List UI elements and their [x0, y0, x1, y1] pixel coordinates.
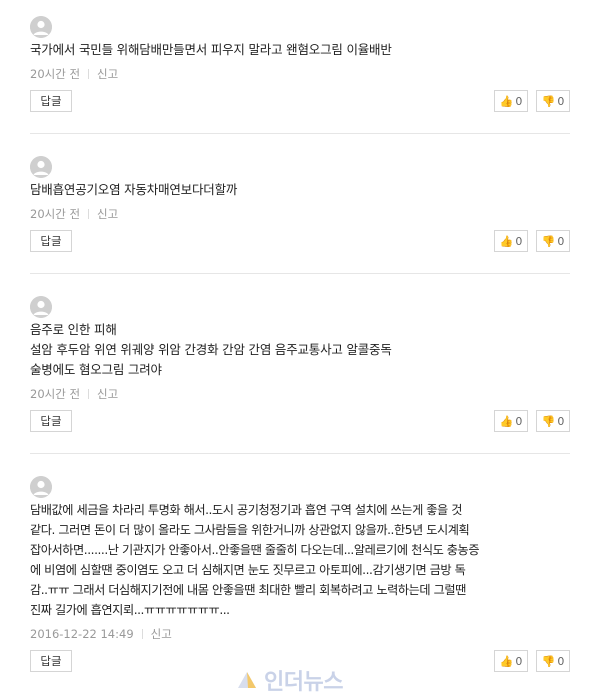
comment-time: 20시간 전 — [30, 67, 81, 81]
comment-text: 담배흡연공기오염 자동차매연보다더할까 — [30, 180, 570, 200]
like-button[interactable]: 👍 0 — [494, 410, 528, 432]
thumbs-up-icon: 👍 — [499, 654, 514, 668]
user-avatar-icon — [30, 296, 52, 318]
comment-line: 술병에도 혐오그림 그려야 — [30, 362, 162, 377]
like-count: 0 — [515, 234, 523, 248]
thumbs-up-icon: 👍 — [499, 94, 514, 108]
logo-icon — [238, 672, 256, 688]
report-link[interactable]: 신고 — [97, 67, 118, 81]
reply-button[interactable]: 답글 — [30, 90, 72, 112]
comment-time: 20시간 전 — [30, 207, 81, 221]
user-avatar-icon — [30, 16, 52, 38]
comment-line: 담배값에 세금을 차라리 투명화 해서..도시 공기청정기과 흡연 구역 설치에… — [30, 503, 462, 517]
like-count: 0 — [515, 94, 523, 108]
comment-divider — [30, 453, 570, 454]
dislike-button[interactable]: 👎 0 — [536, 90, 570, 112]
comment-line: 음주로 인한 피해 — [30, 322, 117, 337]
user-avatar-icon — [30, 476, 52, 498]
like-button[interactable]: 👍 0 — [494, 650, 528, 672]
comment-line: 담배흡연공기오염 자동차매연보다더할까 — [30, 182, 238, 197]
thumbs-down-icon: 👎 — [541, 654, 556, 668]
thumbs-down-icon: 👎 — [541, 94, 556, 108]
avatar — [30, 296, 52, 318]
comment-meta: 2016-12-22 14:49 신고 — [30, 626, 172, 642]
comment-text: 담배값에 세금을 차라리 투명화 해서..도시 공기청정기과 흡연 구역 설치에… — [30, 500, 570, 620]
avatar — [30, 16, 52, 38]
comment-line: 국가에서 국민들 위해담배만들면서 피우지 말라고 왠혐오그림 이율배반 — [30, 42, 392, 57]
watermark-logo: 인더뉴스 — [236, 664, 343, 696]
comment-line: 잡아서하면.......난 기관지가 안좋아서..안좋을땐 줄줄히 다오는데..… — [30, 543, 480, 557]
dislike-button[interactable]: 👎 0 — [536, 410, 570, 432]
thumbs-up-icon: 👍 — [499, 414, 514, 428]
dislike-count: 0 — [557, 414, 565, 428]
comment-divider — [30, 273, 570, 274]
report-link[interactable]: 신고 — [151, 627, 172, 641]
comment-divider — [30, 133, 570, 134]
meta-divider — [141, 629, 143, 639]
comment-meta: 20시간 전 신고 — [30, 386, 118, 402]
dislike-button[interactable]: 👎 0 — [536, 230, 570, 252]
reply-button[interactable]: 답글 — [30, 410, 72, 432]
reply-button[interactable]: 답글 — [30, 230, 72, 252]
thumbs-up-icon: 👍 — [499, 234, 514, 248]
watermark-text: 인더뉴스 — [264, 670, 343, 695]
dislike-count: 0 — [557, 94, 565, 108]
dislike-count: 0 — [557, 654, 565, 668]
meta-divider — [88, 209, 90, 219]
comment-time: 2016-12-22 14:49 — [30, 627, 134, 641]
avatar — [30, 156, 52, 178]
comment-line: 진짜 길가에 흡연지뢰...ㅠㅠㅠㅠㅠㅠㅠ... — [30, 603, 230, 617]
like-button[interactable]: 👍 0 — [494, 230, 528, 252]
comment-line: 에 비염에 심할땐 중이염도 오고 더 심해지면 눈도 짓무르고 아토피에...… — [30, 563, 466, 577]
comment-meta: 20시간 전 신고 — [30, 66, 118, 82]
like-count: 0 — [515, 654, 523, 668]
comment-text: 국가에서 국민들 위해담배만들면서 피우지 말라고 왠혐오그림 이율배반 — [30, 40, 570, 60]
thumbs-down-icon: 👎 — [541, 414, 556, 428]
reply-button[interactable]: 답글 — [30, 650, 72, 672]
comment-line: 같다. 그러면 돈이 더 많이 올라도 그사람들을 위한거니까 상관없지 않을까… — [30, 523, 470, 537]
comment-text: 음주로 인한 피해 설암 후두암 위연 위궤양 위암 간경화 간암 간염 음주교… — [30, 320, 570, 380]
user-avatar-icon — [30, 156, 52, 178]
comment-line: 설암 후두암 위연 위궤양 위암 간경화 간암 간염 음주교통사고 알콜중독 — [30, 342, 392, 357]
like-count: 0 — [515, 414, 523, 428]
like-button[interactable]: 👍 0 — [494, 90, 528, 112]
dislike-count: 0 — [557, 234, 565, 248]
meta-divider — [88, 389, 90, 399]
comment-time: 20시간 전 — [30, 387, 81, 401]
comment-meta: 20시간 전 신고 — [30, 206, 118, 222]
report-link[interactable]: 신고 — [97, 387, 118, 401]
avatar — [30, 476, 52, 498]
dislike-button[interactable]: 👎 0 — [536, 650, 570, 672]
report-link[interactable]: 신고 — [97, 207, 118, 221]
thumbs-down-icon: 👎 — [541, 234, 556, 248]
meta-divider — [88, 69, 90, 79]
comment-line: 감..ㅠㅠ 그래서 더심해지기전에 내몸 안좋을땐 최대한 빨리 회복하려고 노… — [30, 583, 466, 597]
